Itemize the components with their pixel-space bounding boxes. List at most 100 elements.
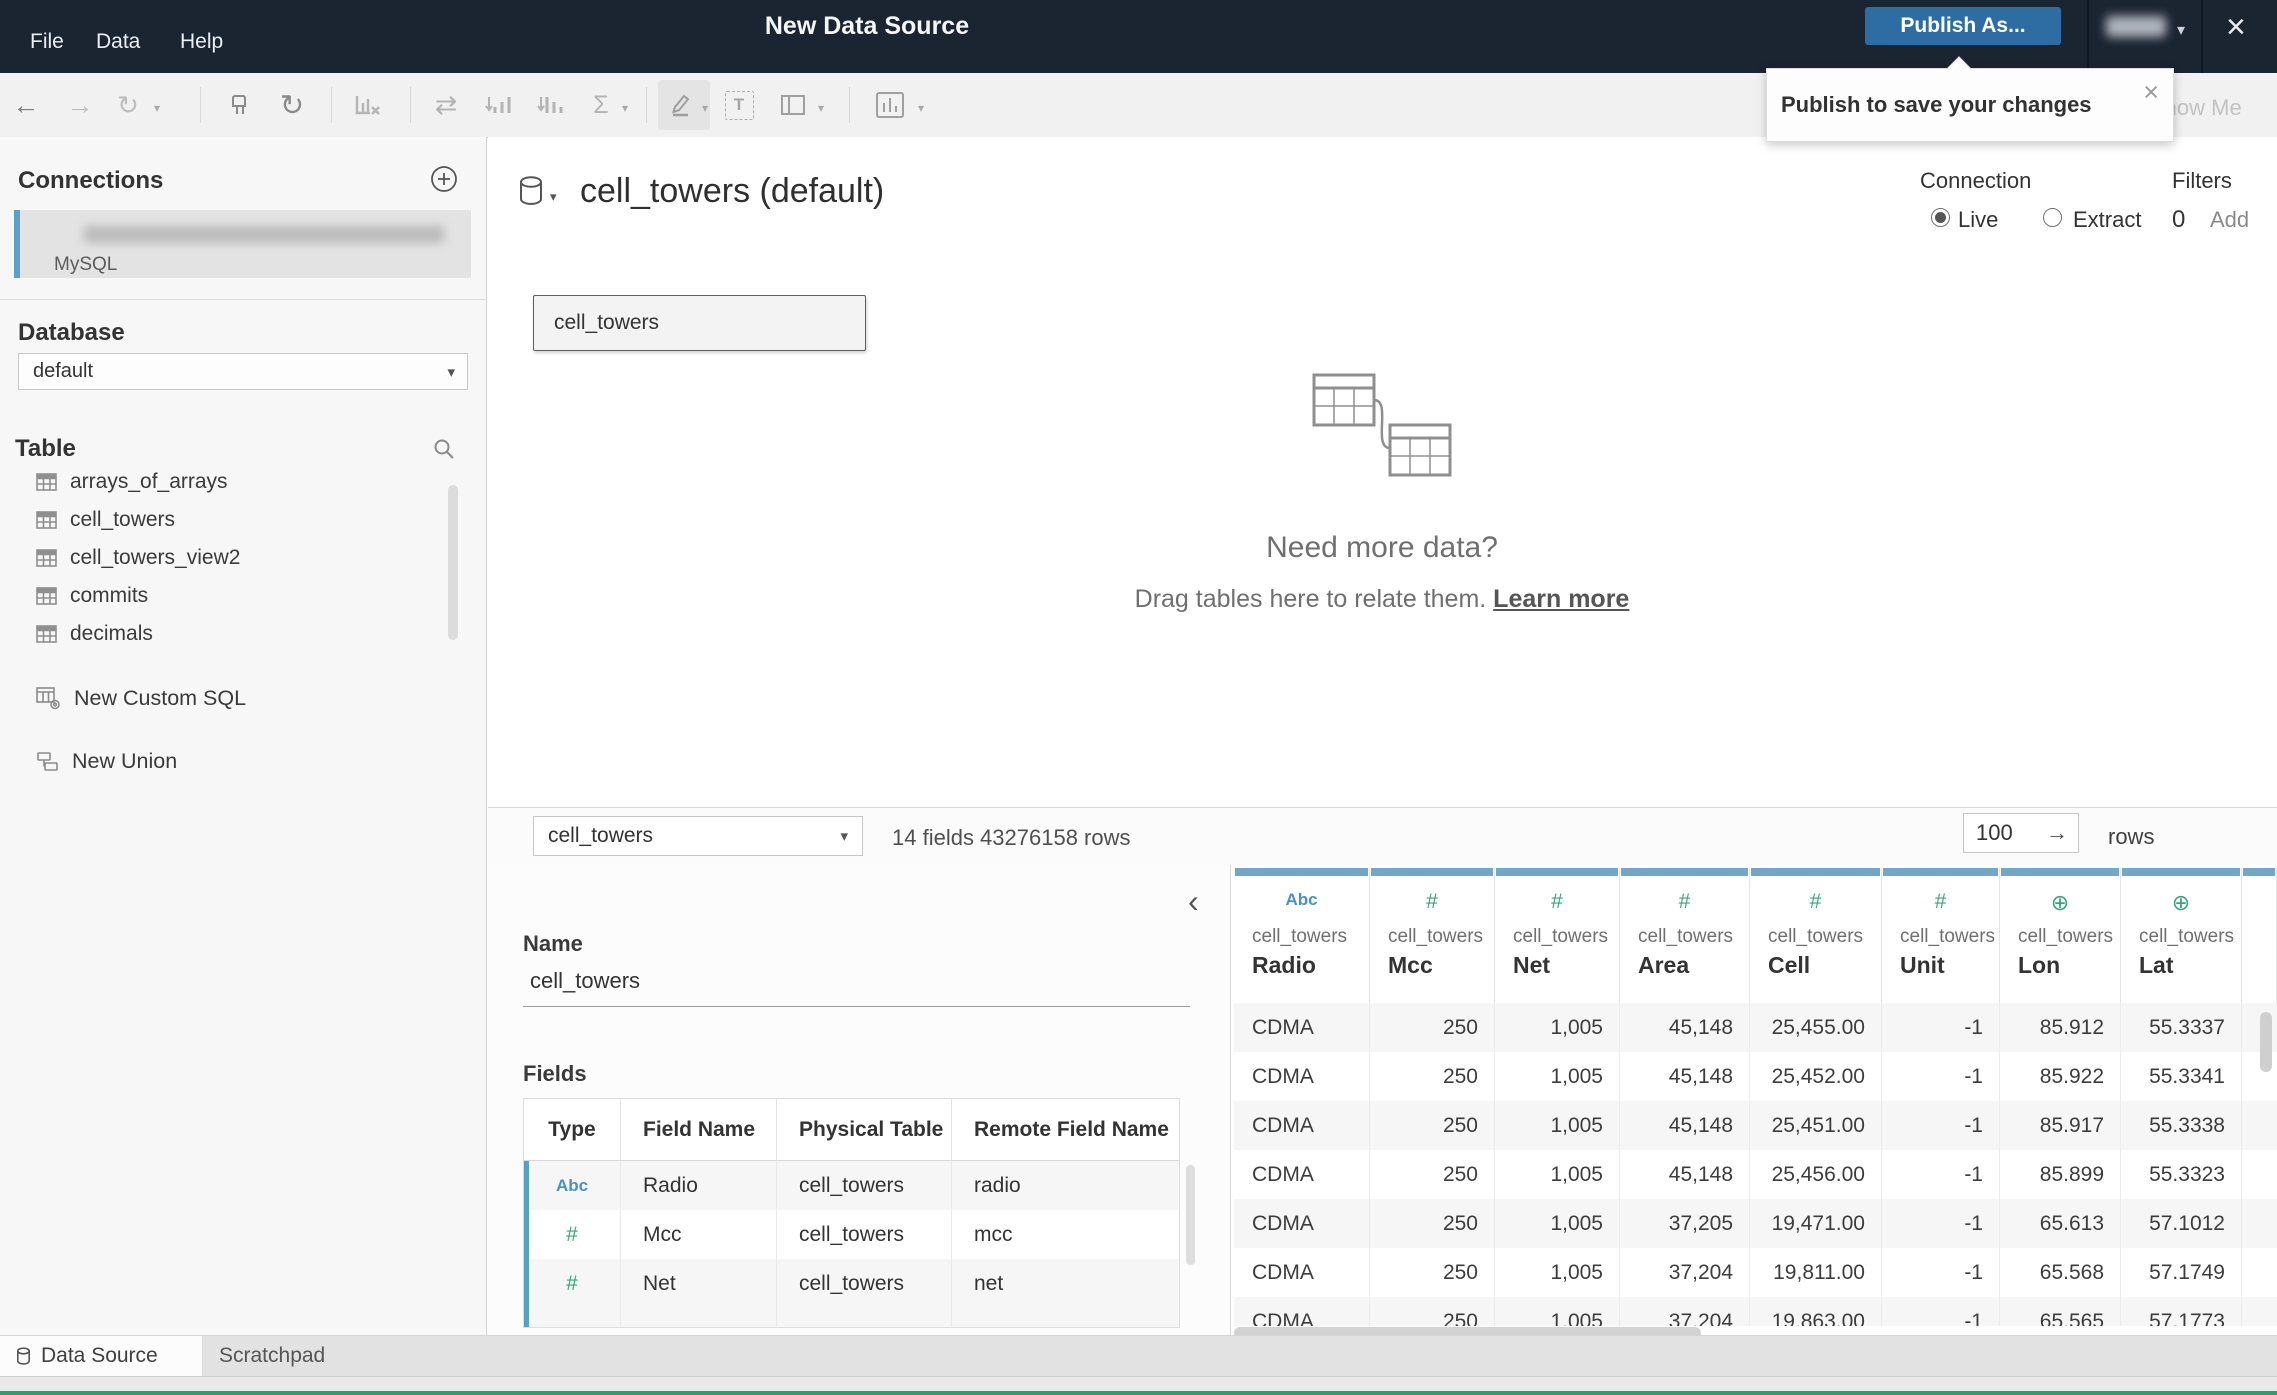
new-custom-sql-button[interactable]: New Custom SQL [0, 679, 486, 717]
data-grid-column-header[interactable]: # cell_towers Unit [1882, 868, 2000, 1003]
table-list-item[interactable]: cell_towers_view2 [0, 539, 450, 577]
data-grid-column-header[interactable]: # cell_towers Mcc [1370, 868, 1495, 1003]
physical-table-cell: cell_towers [777, 1161, 952, 1210]
preview-table-caret-icon: ▾ [840, 828, 848, 845]
live-radio[interactable] [1931, 208, 1950, 227]
totals-caret-icon[interactable]: ▾ [622, 101, 628, 115]
live-label[interactable]: Live [1958, 207, 1998, 233]
highlight-caret-icon[interactable]: ▾ [702, 101, 708, 115]
menu-file[interactable]: File [30, 30, 64, 54]
run-update-icon[interactable]: ↻ [274, 73, 310, 137]
table-list-item[interactable]: commits [0, 577, 450, 615]
data-grid-vertical-scrollbar[interactable] [2260, 1012, 2272, 1072]
database-select[interactable]: default ▾ [18, 353, 468, 390]
show-me-caret-icon[interactable]: ▾ [918, 101, 924, 115]
swap-axes-icon[interactable]: ⇄ [428, 73, 464, 137]
data-grid-column-header[interactable]: # cell_towers Cell [1750, 868, 1882, 1003]
add-connection-icon[interactable] [430, 165, 458, 198]
data-grid-column-header[interactable]: ⊕ cell_towers Lat [2121, 868, 2242, 1003]
cell-unit: -1 [1882, 1003, 2000, 1052]
data-grid-column-header[interactable]: # cell_towers Net [1495, 868, 1620, 1003]
new-union-button[interactable]: New Union [0, 742, 486, 780]
collapse-panel-icon[interactable]: ‹ [1188, 883, 1199, 920]
datasource-caret-icon[interactable]: ▾ [550, 189, 557, 205]
cell-lat: 57.1773 [2121, 1297, 2242, 1326]
filters-add-button[interactable]: Add [2210, 207, 2249, 233]
publish-as-button[interactable]: Publish As... [1865, 7, 2061, 45]
menu-help[interactable]: Help [180, 30, 223, 54]
redo-icon[interactable]: → [62, 73, 98, 137]
table-list-item[interactable]: cell_towers [0, 501, 450, 539]
fit-caret-icon[interactable]: ▾ [818, 101, 824, 115]
learn-more-link[interactable]: Learn more [1493, 585, 1629, 613]
title-bar: File Data Help New Data Source Publish A… [0, 0, 2277, 73]
row-limit-input[interactable]: 100 → [1963, 813, 2079, 853]
table-header: Table [15, 435, 76, 462]
fields-grid-row-partial[interactable] [524, 1308, 1179, 1327]
user-menu[interactable] [2106, 16, 2166, 37]
fields-col-remote-field-name[interactable]: Remote Field Name [952, 1099, 1179, 1160]
data-grid-row[interactable]: CDMA 250 1,005 45,148 25,455.00 -1 85.91… [1234, 1003, 2277, 1052]
fields-grid-row[interactable]: Abc Radio cell_towers radio [524, 1161, 1179, 1210]
undo-icon[interactable]: ← [8, 73, 44, 137]
menu-data[interactable]: Data [96, 30, 140, 54]
sort-ascending-icon[interactable] [480, 73, 516, 137]
data-grid-row[interactable]: CDMA 250 1,005 37,205 19,471.00 -1 65.61… [1234, 1199, 2277, 1248]
show-me-chart-icon[interactable] [870, 73, 912, 137]
user-caret-icon[interactable]: ▾ [2177, 20, 2185, 40]
cell-mcc: 250 [1370, 1297, 1495, 1326]
fields-col-physical-table[interactable]: Physical Table [777, 1099, 952, 1160]
table-node-cell-towers[interactable]: cell_towers [533, 295, 866, 351]
data-grid-row[interactable]: CDMA 250 1,005 45,148 25,456.00 -1 85.89… [1234, 1150, 2277, 1199]
data-source-db-icon [16, 1346, 31, 1366]
reset-icon[interactable]: ↻ [110, 73, 146, 137]
table-list-item[interactable]: decimals [0, 615, 450, 653]
cell-cell: 25,456.00 [1750, 1150, 1882, 1199]
fields-col-field-name[interactable]: Field Name [621, 1099, 777, 1160]
fields-grid-row[interactable]: # Net cell_towers net [524, 1259, 1179, 1308]
clear-sheet-icon[interactable] [346, 73, 390, 137]
extract-label[interactable]: Extract [2073, 207, 2141, 233]
data-grid-row[interactable]: CDMA 250 1,005 45,148 25,452.00 -1 85.92… [1234, 1052, 2277, 1101]
totals-icon[interactable]: Σ [584, 73, 618, 137]
cell-mcc: 250 [1370, 1052, 1495, 1101]
data-grid-column-header[interactable]: ⊕ cell_towers Lon [2000, 868, 2121, 1003]
reset-caret-icon[interactable]: ▾ [154, 101, 160, 115]
fit-icon[interactable] [776, 73, 812, 137]
extract-radio[interactable] [2043, 208, 2062, 227]
data-grid-row[interactable]: CDMA 250 1,005 37,204 19,863.00 -1 65.56… [1234, 1297, 2277, 1326]
data-grid-column-header[interactable]: # cell_towers Area [1620, 868, 1750, 1003]
fields-grid-scrollbar[interactable] [1186, 1165, 1195, 1265]
table-list-item[interactable]: arrays_of_arrays [0, 463, 450, 501]
table-search-icon[interactable] [432, 437, 456, 466]
toolbar-separator [331, 87, 332, 123]
pause-updates-icon[interactable] [222, 73, 258, 137]
window-close-icon[interactable]: × [2226, 8, 2246, 47]
data-grid-column-header[interactable]: Abc cell_towers Radio [1234, 868, 1370, 1003]
apply-row-limit-icon[interactable]: → [2046, 820, 2068, 846]
fields-col-type[interactable]: Type [524, 1099, 621, 1160]
cell-radio: CDMA [1234, 1150, 1370, 1199]
column-type-icon: ⊕ [2171, 890, 2191, 915]
data-grid-row[interactable]: CDMA 250 1,005 37,204 19,811.00 -1 65.56… [1234, 1248, 2277, 1297]
table-details-panel: ‹ Name cell_towers Fields Type Field Nam… [488, 865, 1230, 1335]
cell-lat: 57.1749 [2121, 1248, 2242, 1297]
connection-selected-bar [14, 210, 20, 278]
connection-label: Connection [1920, 168, 2032, 193]
preview-table-select[interactable]: cell_towers ▾ [533, 816, 863, 856]
sort-descending-icon[interactable] [532, 73, 568, 137]
data-grid-horizontal-scrollbar[interactable] [1234, 1327, 1701, 1335]
table-list-scrollbar[interactable] [448, 485, 458, 640]
text-label-icon[interactable]: T [722, 73, 756, 137]
column-table-label: cell_towers [2018, 926, 2114, 947]
tab-data-source[interactable]: Data Source [0, 1336, 203, 1376]
data-grid-row[interactable]: CDMA 250 1,005 45,148 25,451.00 -1 85.91… [1234, 1101, 2277, 1150]
name-input[interactable]: cell_towers [530, 968, 640, 994]
highlight-pen-icon[interactable] [662, 73, 698, 137]
fields-grid-row[interactable]: # Mcc cell_towers mcc [524, 1210, 1179, 1259]
tooltip-close-icon[interactable]: × [2143, 77, 2159, 108]
table-list-item-label: decimals [70, 622, 153, 645]
column-name-label: Mcc [1388, 952, 1433, 978]
connection-item[interactable]: MySQL [14, 210, 471, 278]
tab-scratchpad[interactable]: Scratchpad [203, 1336, 325, 1376]
